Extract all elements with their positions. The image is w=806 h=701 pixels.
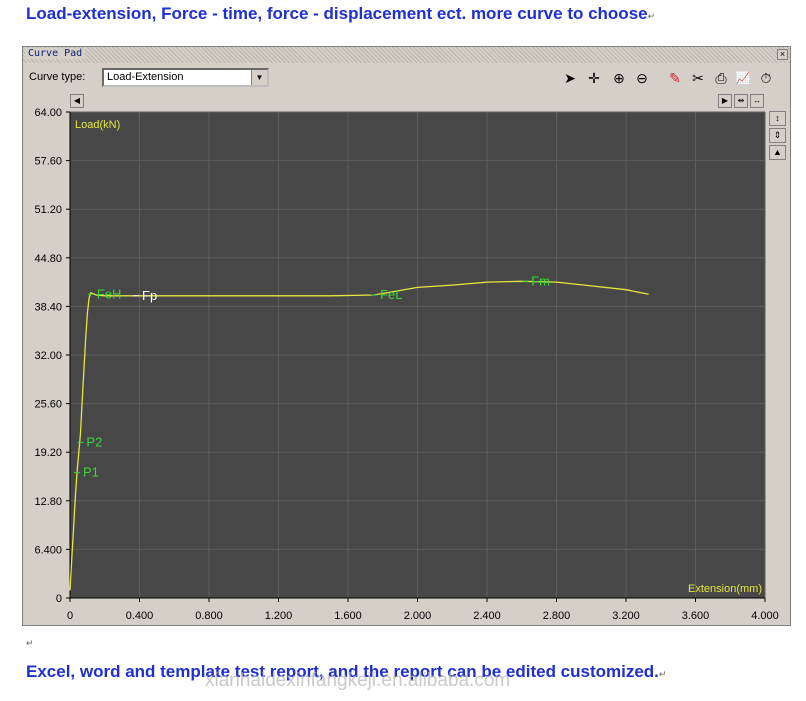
y-tick-label: 19.20 <box>34 447 62 459</box>
x-tick-label: 4.000 <box>751 610 779 622</box>
watermark: xianhaidexinfangkeji.en.alibaba.com <box>205 670 511 691</box>
y-tick-label: 38.40 <box>34 301 62 313</box>
y-tick-label: 12.80 <box>34 496 62 508</box>
x-tick-label: 1.200 <box>265 610 293 622</box>
y-axis-label: Load(kN) <box>75 119 120 131</box>
x-tick-label: 3.200 <box>612 610 640 622</box>
annotation-fel: FeL <box>380 287 402 302</box>
x-tick-label: 0.800 <box>195 610 223 622</box>
x-tick-label: 0.400 <box>126 610 154 622</box>
annotation-fp: Fp <box>142 288 157 303</box>
y-tick-label: 0 <box>56 593 62 605</box>
annotation-fm: Fm <box>531 273 550 288</box>
x-tick-label: 1.600 <box>334 610 362 622</box>
y-tick-label: 44.80 <box>34 253 62 265</box>
y-tick-label: 51.20 <box>34 204 62 216</box>
load-extension-chart: 0 0.400 0.800 1.200 1.600 2.000 2.400 2.800 3.20… <box>34 107 779 622</box>
x-tick-label: 3.600 <box>682 610 710 622</box>
x-tick-label: 0 <box>67 610 73 622</box>
annotation-p2: P2 <box>86 434 102 449</box>
x-axis-label: Extension(mm) <box>688 583 762 595</box>
y-tick-label: 6.400 <box>34 544 62 556</box>
annotation-p1: P1 <box>83 465 99 480</box>
x-tick-label: 2.000 <box>404 610 432 622</box>
y-tick-label: 64.00 <box>34 107 62 119</box>
annotation-feh: FeH <box>97 286 122 301</box>
y-tick-label: 25.60 <box>34 399 62 411</box>
return-mark: ↵ <box>26 638 34 648</box>
y-tick-label: 32.00 <box>34 350 62 362</box>
x-tick-label: 2.400 <box>473 610 501 622</box>
x-tick-label: 2.800 <box>543 610 571 622</box>
return-mark: ↵ <box>658 669 667 679</box>
y-tick-label: 57.60 <box>34 156 62 168</box>
